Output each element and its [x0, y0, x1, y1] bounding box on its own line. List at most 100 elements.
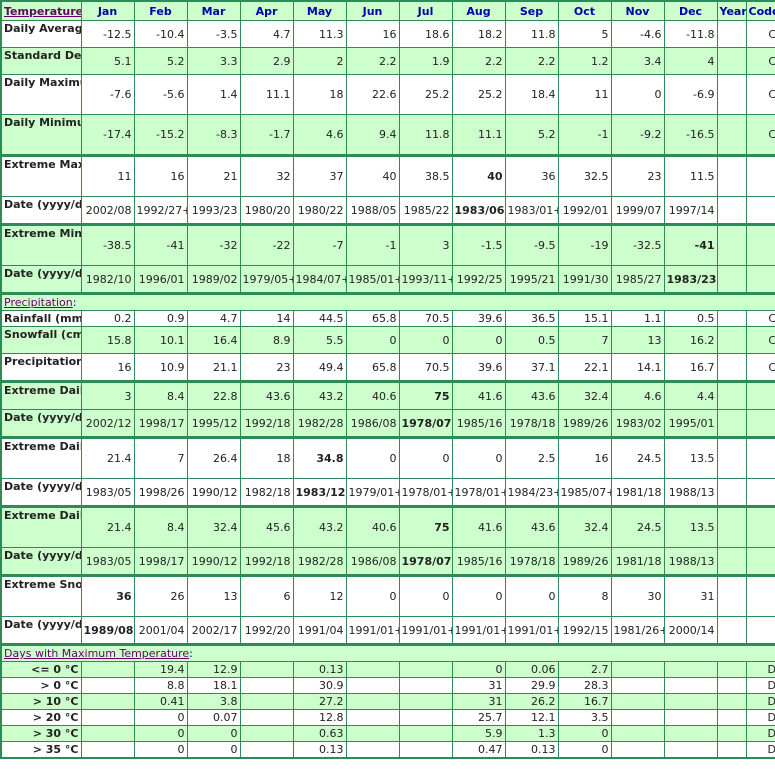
- value-cell-dec: 1988/13: [663, 547, 718, 576]
- value-cell-dec: 0.5: [663, 310, 718, 327]
- value-cell-dec: 1988/13: [663, 478, 718, 507]
- value-cell-nov: -32.5: [610, 223, 665, 266]
- row-label: Extreme Daily Snowfall (cm): [0, 436, 82, 479]
- value-cell-may: 2: [292, 47, 347, 75]
- value-cell-jul: 1978/07: [398, 409, 453, 438]
- month-header: May: [292, 0, 347, 21]
- climate-normals-table: Temperature: Jan Feb Mar Apr May Jun Jul…: [0, 0, 775, 759]
- value-cell-feb: -15.2: [133, 114, 188, 156]
- code-cell: [745, 265, 775, 294]
- value-cell-may: -7: [292, 223, 347, 266]
- value-cell-feb: 0: [133, 709, 188, 726]
- code-cell: C: [745, 310, 775, 327]
- value-cell-dec: 13.5: [663, 436, 718, 479]
- value-cell-mar: -32: [186, 223, 241, 266]
- value-cell-sep: 0: [504, 574, 559, 617]
- value-cell-nov: [610, 693, 665, 710]
- value-cell-feb: 19.4: [133, 661, 188, 678]
- value-cell-may: 11.3: [292, 20, 347, 48]
- code-cell: [745, 547, 775, 576]
- month-header: Apr: [239, 0, 294, 21]
- value-cell-aug: 39.6: [451, 310, 506, 327]
- value-cell-oct: 5: [557, 20, 612, 48]
- value-cell-sep: 18.4: [504, 74, 559, 115]
- value-cell-apr: [239, 709, 294, 726]
- value-cell-mar: 1990/12: [186, 547, 241, 576]
- value-cell-jul: [398, 741, 453, 759]
- row-label: Precipitation (mm): [0, 353, 82, 382]
- code-cell: C: [745, 353, 775, 382]
- value-cell-feb: 2001/04: [133, 616, 188, 645]
- precipitation-section-link[interactable]: Precipitation: [4, 297, 73, 310]
- section-colon: :: [72, 296, 77, 310]
- value-cell-oct: 0: [557, 725, 612, 742]
- value-cell-apr: 1992/20: [239, 616, 294, 645]
- code-cell: D: [745, 741, 775, 759]
- month-header: Aug: [451, 0, 506, 21]
- value-cell-jan: 21.4: [80, 505, 135, 548]
- value-cell-nov: 1985/27: [610, 265, 665, 294]
- value-cell-nov: -4.6: [610, 20, 665, 48]
- temperature-section-link[interactable]: Temperature: [4, 5, 80, 18]
- table-row: Standard Deviation5.15.23.32.922.21.92.2…: [0, 47, 775, 75]
- value-cell-jun: 40.6: [345, 505, 400, 548]
- value-cell-oct: 32.5: [557, 154, 612, 197]
- value-cell-oct: 1985/07+: [557, 478, 612, 507]
- table-row: Daily Average (°C)-12.5-10.4-3.54.711.31…: [0, 20, 775, 48]
- days-section-link[interactable]: Days with Maximum Temperature: [4, 648, 189, 661]
- value-cell-mar: 4.7: [186, 310, 241, 327]
- value-cell-may: 0.63: [292, 725, 347, 742]
- value-cell-mar: 18.1: [186, 677, 241, 694]
- table-row: Date (yyyy/dd)1989/082001/042002/171992/…: [0, 616, 775, 645]
- table-row: Daily Minimum (°C)-17.4-15.2-8.3-1.74.69…: [0, 114, 775, 156]
- value-cell-oct: 7: [557, 326, 612, 354]
- year-cell: [716, 310, 747, 327]
- value-cell-jan: 3: [80, 380, 135, 410]
- value-cell-may: 1991/04: [292, 616, 347, 645]
- value-cell-aug: 1991/01+: [451, 616, 506, 645]
- value-cell-jun: [345, 661, 400, 678]
- value-cell-oct: 1992/01: [557, 196, 612, 225]
- row-label: > 0 °C: [0, 677, 82, 694]
- value-cell-aug: 0: [451, 326, 506, 354]
- value-cell-oct: 32.4: [557, 505, 612, 548]
- value-cell-feb: 1992/27+: [133, 196, 188, 225]
- value-cell-mar: 1993/23: [186, 196, 241, 225]
- code-cell: D: [745, 661, 775, 678]
- value-cell-mar: 3.8: [186, 693, 241, 710]
- value-cell-sep: 12.1: [504, 709, 559, 726]
- value-cell-jan: 1983/05: [80, 478, 135, 507]
- month-header: Nov: [610, 0, 665, 21]
- year-cell: [716, 380, 747, 410]
- value-cell-oct: 1989/26: [557, 409, 612, 438]
- value-cell-sep: 1984/23+: [504, 478, 559, 507]
- value-cell-may: 34.8: [292, 436, 347, 479]
- table-body: Daily Average (°C)-12.5-10.4-3.54.711.31…: [0, 20, 775, 759]
- month-header: Jul: [398, 0, 453, 21]
- value-cell-apr: [239, 725, 294, 742]
- value-cell-aug: 25.7: [451, 709, 506, 726]
- table-row: Precipitation (mm)1610.921.12349.465.870…: [0, 353, 775, 382]
- value-cell-jun: 1991/01+: [345, 616, 400, 645]
- value-cell-apr: 23: [239, 353, 294, 382]
- value-cell-apr: [239, 741, 294, 759]
- value-cell-jan: 16: [80, 353, 135, 382]
- table-row: Extreme Daily Rainfall (mm)38.422.843.64…: [0, 380, 775, 410]
- row-label: > 10 °C: [0, 693, 82, 710]
- value-cell-jun: [345, 693, 400, 710]
- value-cell-feb: 16: [133, 154, 188, 197]
- value-cell-apr: 18: [239, 436, 294, 479]
- value-cell-jan: [80, 725, 135, 742]
- row-label: <= 0 °C: [0, 661, 82, 678]
- value-cell-may: 27.2: [292, 693, 347, 710]
- value-cell-jul: 75: [398, 380, 453, 410]
- value-cell-oct: 1.2: [557, 47, 612, 75]
- value-cell-aug: 1985/16: [451, 547, 506, 576]
- value-cell-dec: 4.4: [663, 380, 718, 410]
- value-cell-dec: 4: [663, 47, 718, 75]
- value-cell-dec: -6.9: [663, 74, 718, 115]
- year-cell: [716, 74, 747, 115]
- year-cell: [716, 725, 747, 742]
- value-cell-jul: 0: [398, 436, 453, 479]
- code-cell: C: [745, 47, 775, 75]
